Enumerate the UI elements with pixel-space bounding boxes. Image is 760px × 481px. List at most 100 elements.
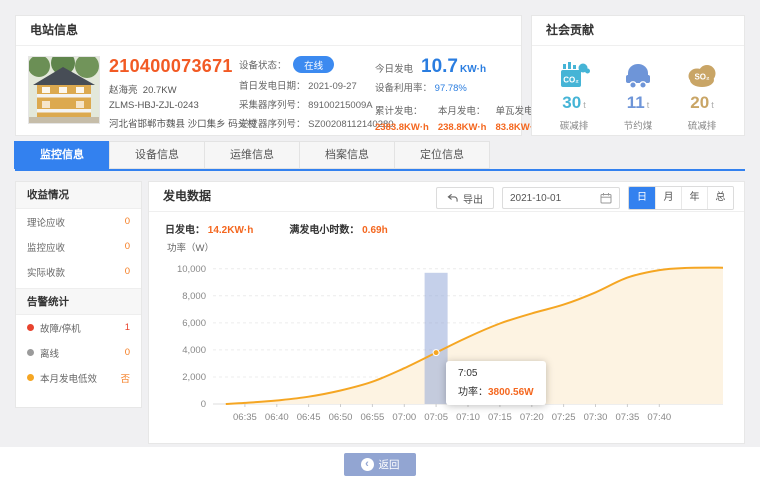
metric-total-generation: 累计发电： 2383.8KW·h: [375, 103, 429, 133]
tooltip-time: 7:05: [458, 368, 534, 379]
back-chevron-icon: ‹: [361, 458, 374, 471]
range-button-month[interactable]: 月: [655, 187, 681, 209]
svg-text:10,000: 10,000: [177, 264, 206, 275]
income-row-value: 0: [125, 266, 130, 277]
date-input[interactable]: [510, 193, 600, 204]
alarm-row-value: 1: [125, 322, 130, 333]
social-card-title: 社会贡献: [532, 16, 744, 46]
back-button[interactable]: ‹ 返回: [344, 453, 416, 476]
station-id: 210400073671: [109, 56, 237, 77]
first-gen-row: 首日发电日期： 2021-09-27: [239, 78, 361, 92]
income-alarm-card: 收益情况 理论应收 0 监控应收 0 实际收款 0 告警统计 故障/停机 1 离…: [15, 181, 142, 408]
coal-saving-icon: [609, 58, 667, 90]
so2-value: 20: [690, 93, 709, 112]
social-item-co2: CO₂ 30t 碳减排: [545, 58, 603, 132]
alarm-row-low-efficiency: 本月发电低效 否: [16, 365, 141, 390]
income-row: 实际收款 0: [16, 259, 141, 284]
alarm-row-offline: 离线 0: [16, 340, 141, 365]
day-generation-value: 14.2KW·h: [208, 225, 254, 236]
today-generation-row: 今日发电 10.7 KW·h: [375, 56, 543, 78]
alarm-row-label: 离线: [27, 346, 125, 360]
alarm-row-value: 0: [125, 347, 130, 358]
tab-ops-info[interactable]: 运维信息: [204, 141, 300, 169]
range-toggle-group: 日 月 年 总: [628, 186, 734, 210]
chart-tooltip: 7:05 功率：3800.56W: [446, 361, 546, 405]
metric-value: 238.8KW·h: [438, 122, 487, 133]
social-item-so2: SO₂ 20t 硫减排: [673, 58, 731, 132]
range-button-day[interactable]: 日: [629, 187, 655, 209]
export-button[interactable]: 导出: [436, 187, 494, 209]
svg-text:06:40: 06:40: [265, 412, 289, 423]
power-chart-area: 功率（W） 02,0004,0006,0008,00010,00006:3506…: [163, 242, 732, 442]
range-button-year[interactable]: 年: [681, 187, 707, 209]
svg-text:07:30: 07:30: [584, 412, 608, 423]
social-contribution-card: 社会贡献 CO₂ 30t 碳减排: [531, 15, 745, 136]
y-axis-title: 功率（W）: [167, 240, 214, 254]
svg-text:06:45: 06:45: [297, 412, 321, 423]
coal-label: 节约煤: [609, 118, 667, 132]
back-label: 返回: [379, 457, 400, 472]
alarm-section-title: 告警统计: [16, 288, 141, 315]
coal-value: 11: [627, 93, 645, 112]
svg-text:07:20: 07:20: [520, 412, 544, 423]
full-hours-label: 满发电小时数：: [289, 225, 359, 236]
station-photo: [28, 56, 100, 124]
income-section-title: 收益情况: [16, 182, 141, 209]
tooltip-power-label: 功率：: [458, 387, 488, 398]
tab-underline: [15, 169, 745, 171]
footer-bar: ‹ 返回: [0, 447, 760, 481]
export-label: 导出: [463, 191, 483, 206]
svg-text:8,000: 8,000: [182, 291, 206, 302]
income-row-value: 0: [125, 241, 130, 252]
utilization-value: 97.78%: [435, 83, 467, 94]
alarm-row-label: 本月发电低效: [27, 371, 120, 385]
metric-label: 本月发电：: [438, 103, 487, 117]
so2-reduction-icon: SO₂: [673, 58, 731, 90]
range-button-total[interactable]: 总: [707, 187, 733, 209]
so2-unit: t: [711, 100, 714, 110]
full-hours-value: 0.69h: [362, 225, 388, 236]
collector-sn: 89100215009A: [308, 100, 372, 111]
inverter-sn-row: 逆变器序列号： SZ00208112140280: [239, 116, 361, 130]
co2-label: 碳减排: [545, 118, 603, 132]
coal-unit: t: [647, 100, 650, 110]
offline-dot-icon: [27, 349, 34, 356]
station-address: 河北省邯郸市魏县 沙口集乡 码头村: [109, 116, 237, 130]
alarm-row-value: 否: [120, 371, 130, 385]
station-info-card: 电站信息 210400073671 赵海亮 20.7KW: [15, 15, 522, 136]
metric-month-generation: 本月发电： 238.8KW·h: [438, 103, 487, 133]
tab-archive-info[interactable]: 档案信息: [299, 141, 395, 169]
utilization-label: 设备利用率：: [375, 83, 432, 94]
low-efficiency-dot-icon: [27, 374, 34, 381]
svg-text:07:25: 07:25: [552, 412, 576, 423]
income-row: 理论应收 0: [16, 209, 141, 234]
svg-text:07:15: 07:15: [488, 412, 512, 423]
fault-dot-icon: [27, 324, 34, 331]
co2-value: 30: [562, 93, 581, 112]
collector-sn-row: 采集器序列号： 89100215009A: [239, 97, 361, 111]
utilization-row: 设备利用率： 97.78%: [375, 80, 543, 94]
today-generation-unit: KW·h: [460, 64, 486, 75]
income-row-label: 实际收款: [27, 265, 125, 279]
svg-text:0: 0: [201, 399, 206, 410]
date-picker[interactable]: [502, 187, 620, 209]
station-capacity: 20.7KW: [143, 85, 177, 96]
station-owner-line: 赵海亮 20.7KW: [109, 82, 237, 96]
social-item-coal: 11t 节约煤: [609, 58, 667, 132]
day-generation-label: 日发电：: [165, 225, 205, 236]
income-row-label: 监控应收: [27, 240, 125, 254]
device-status-label: 设备状态：: [239, 61, 287, 72]
power-chart[interactable]: 02,0004,0006,0008,00010,00006:3506:4006:…: [163, 254, 732, 439]
owner-name: 赵海亮: [109, 85, 138, 96]
tab-location-info[interactable]: 定位信息: [394, 141, 490, 169]
svg-text:2,000: 2,000: [182, 372, 206, 383]
full-hours-stat: 满发电小时数： 0.69h: [289, 221, 387, 236]
today-generation-value: 10.7: [421, 56, 458, 78]
collector-label: 采集器序列号：: [239, 100, 306, 111]
tab-monitoring-info[interactable]: 监控信息: [14, 141, 110, 169]
day-generation-stat: 日发电： 14.2KW·h: [165, 221, 253, 236]
station-code: ZLMS-HBJ-ZJL-0243: [109, 100, 237, 111]
svg-text:CO₂: CO₂: [563, 76, 579, 85]
tab-device-info[interactable]: 设备信息: [109, 141, 205, 169]
metric-value: 2383.8KW·h: [375, 122, 429, 133]
